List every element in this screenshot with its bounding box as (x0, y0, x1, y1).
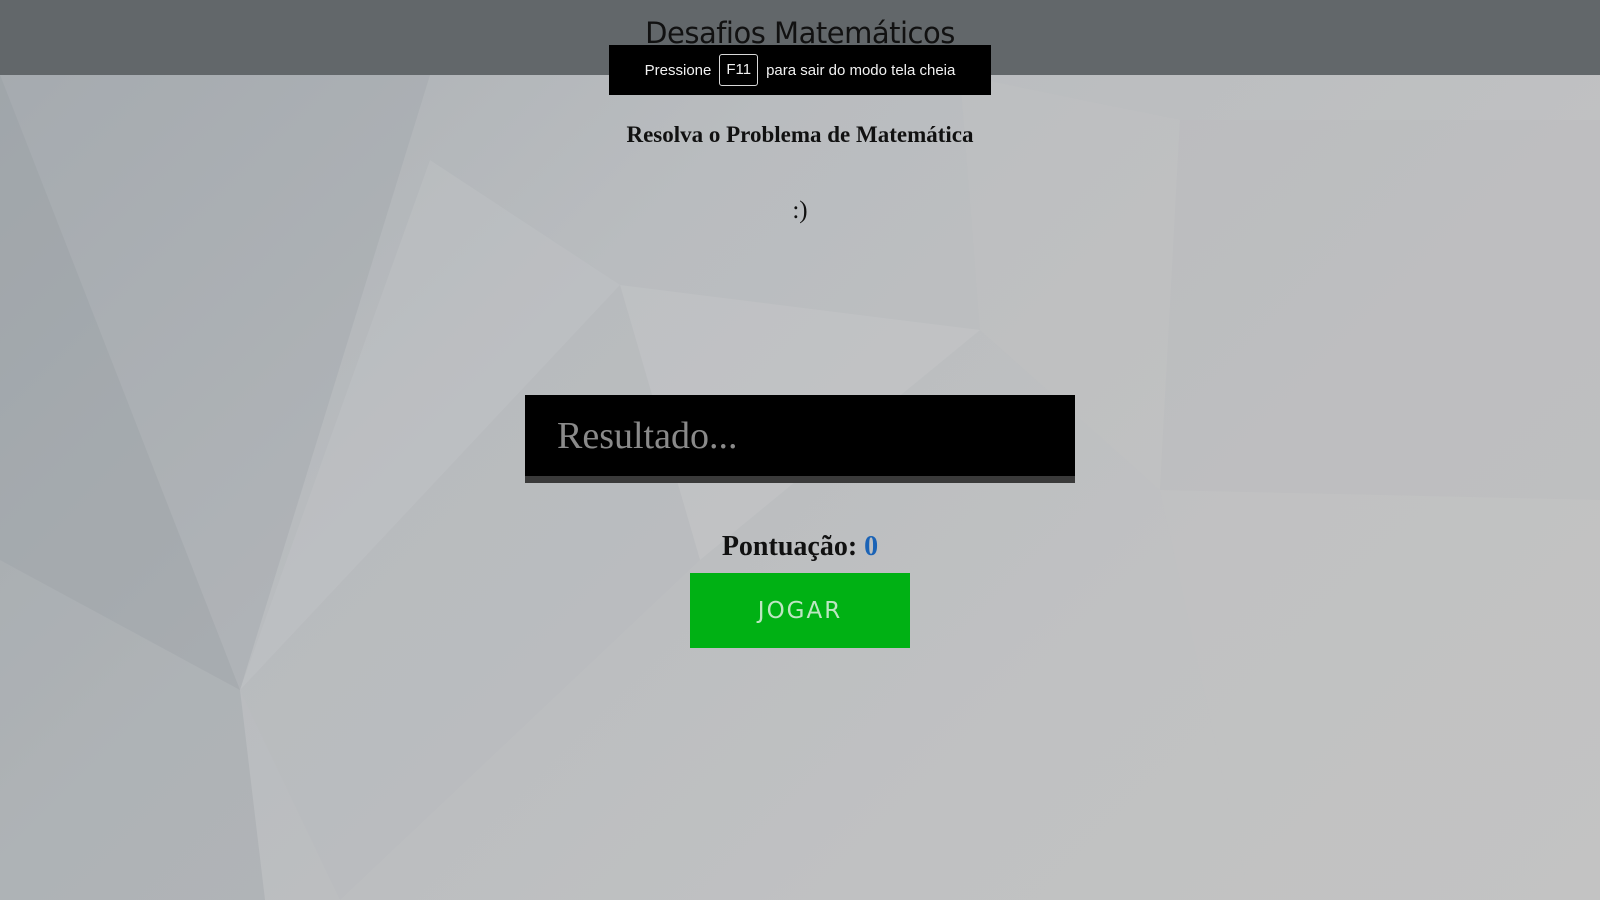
answer-field-container (525, 395, 1075, 483)
answer-input[interactable] (525, 395, 1075, 476)
play-button[interactable]: JOGAR (690, 573, 910, 648)
math-problem: :) (792, 197, 808, 224)
f11-key-badge: F11 (719, 54, 759, 86)
fullscreen-notice: Pressione F11 para sair do modo tela che… (609, 45, 991, 95)
fullscreen-notice-prefix: Pressione (644, 61, 712, 79)
game-subtitle: Resolva o Problema de Matemática (626, 122, 974, 147)
score-label: Pontuação: (721, 531, 858, 562)
score-display: Pontuação: 0 (0, 531, 1600, 563)
fullscreen-notice-suffix: para sair do modo tela cheia (766, 61, 956, 79)
score-value: 0 (864, 531, 879, 562)
